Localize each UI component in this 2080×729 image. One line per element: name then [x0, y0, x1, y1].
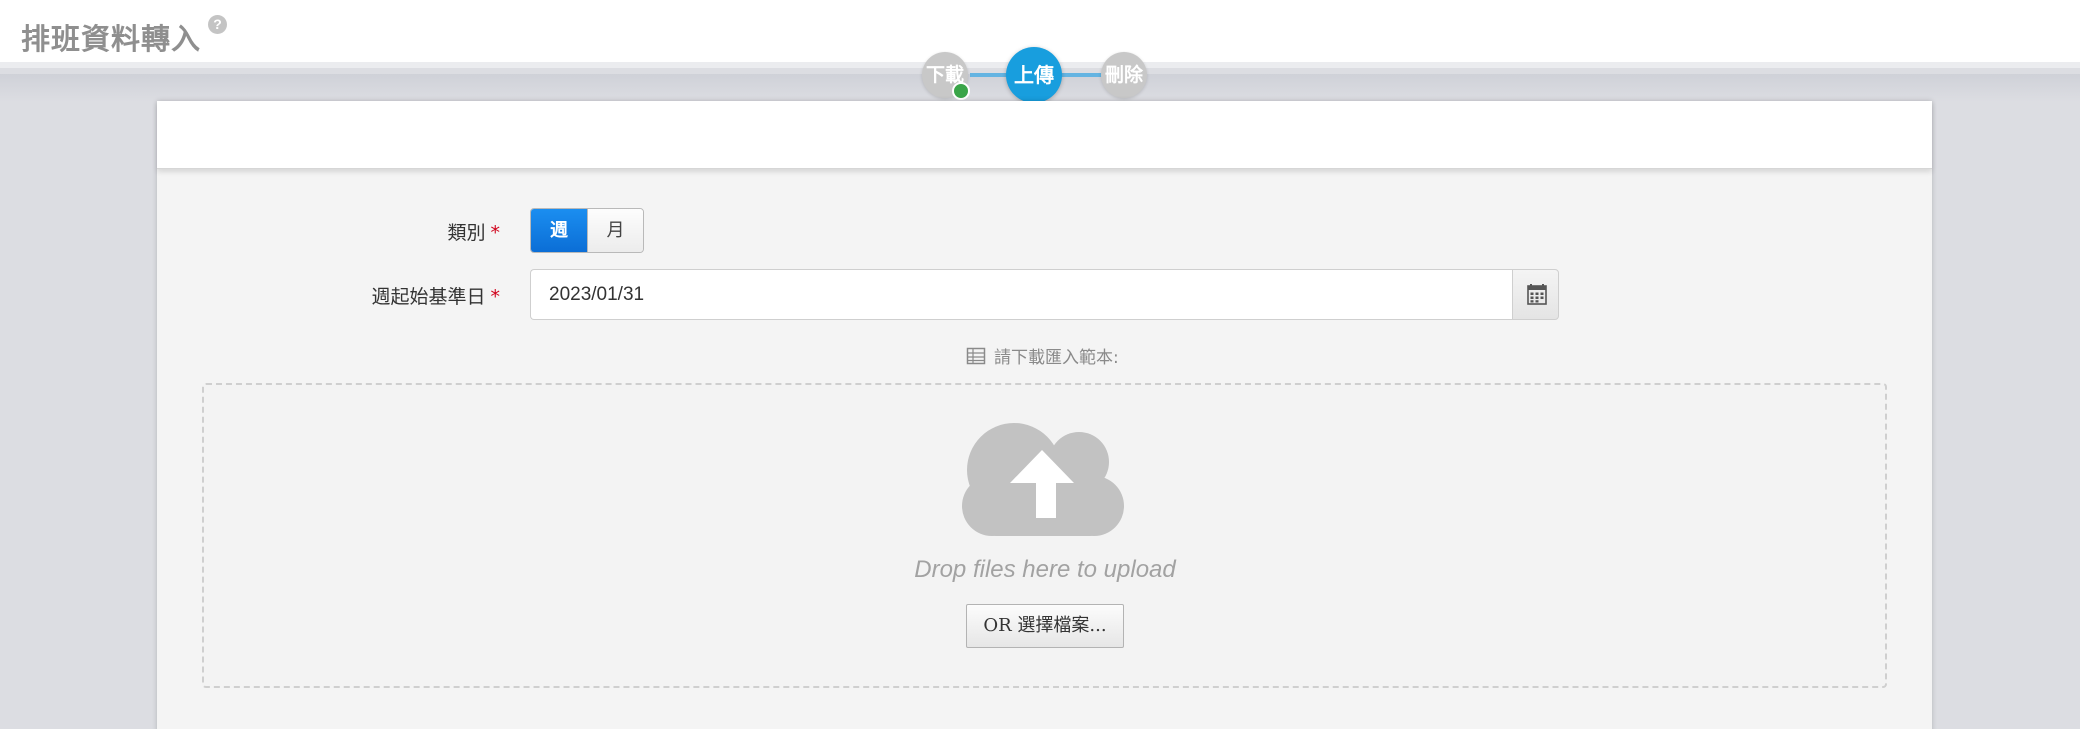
- drop-files-text: Drop files here to upload: [914, 556, 1176, 583]
- template-hint-text: 請下載匯入範本:: [994, 348, 1119, 368]
- spreadsheet-icon: [966, 347, 986, 364]
- card-header: [157, 101, 1932, 169]
- calendar-icon: [1527, 284, 1547, 305]
- start-date-label-text: 週起始基準日: [371, 286, 486, 308]
- step-delete[interactable]: 刪除: [1101, 52, 1147, 98]
- step-complete-dot-icon: [952, 82, 970, 100]
- category-option-month[interactable]: 月: [587, 209, 643, 252]
- required-mark: *: [490, 222, 501, 244]
- template-download-hint[interactable]: 請下載匯入範本:: [966, 343, 1119, 368]
- step-upload[interactable]: 上傳: [1006, 47, 1062, 103]
- category-option-week[interactable]: 週: [531, 209, 587, 252]
- category-label: 類別 *: [447, 218, 500, 245]
- category-label-text: 類別: [447, 222, 486, 244]
- cloud-upload-icon: [962, 423, 1124, 536]
- start-date-label: 週起始基準日 *: [371, 282, 500, 309]
- start-date-input[interactable]: 2023/01/31: [530, 269, 1513, 320]
- step-indicator: 下載 上傳 刪除: [0, 0, 2080, 110]
- category-toggle: 週 月: [530, 208, 644, 253]
- calendar-button[interactable]: [1512, 269, 1559, 320]
- choose-file-button[interactable]: OR 選擇檔案...: [966, 604, 1124, 648]
- required-mark: *: [490, 286, 501, 308]
